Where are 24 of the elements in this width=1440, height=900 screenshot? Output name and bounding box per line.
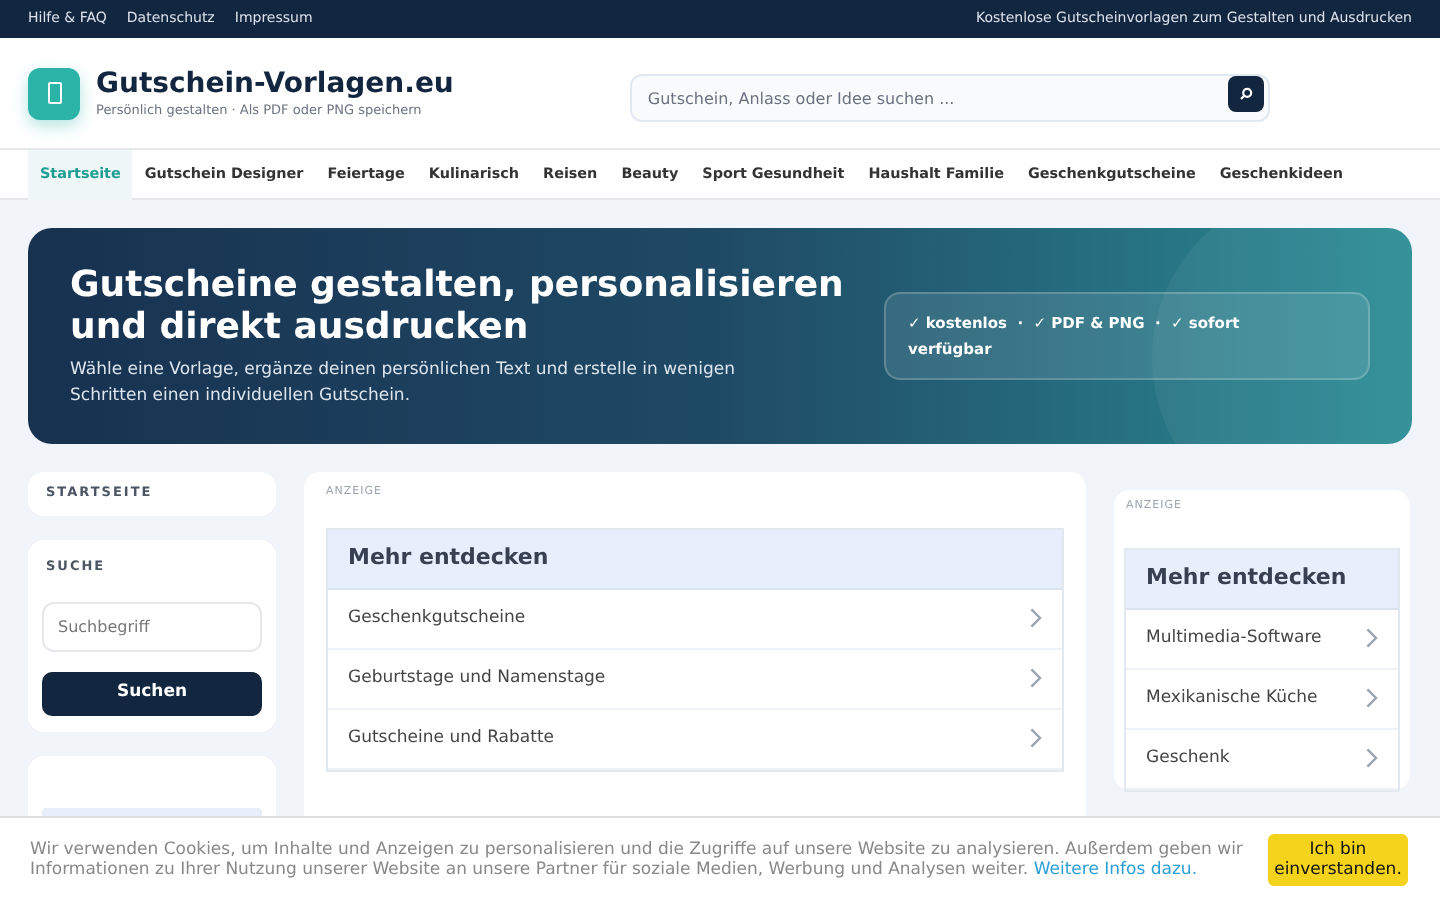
search-icon xyxy=(1237,85,1254,101)
search-input[interactable]: Suchbegriff xyxy=(42,601,262,652)
chevron-right-icon xyxy=(1030,608,1042,629)
list-header: Mehr entdecken xyxy=(1126,550,1398,610)
list-link[interactable]: Geschenkgutscheine xyxy=(328,589,1062,650)
logo-icon[interactable] xyxy=(28,67,80,119)
list-header: Mehr entdecken xyxy=(328,530,1062,590)
hero-text: Wähle eine Vorlage, ergänze deinen persönlichen Text und erstelle in wenigen Schritten einen individuellen Gutschein. xyxy=(70,357,738,409)
list-link[interactable]: Multimedia-Software xyxy=(1126,609,1398,670)
accept-button[interactable]: Ich bin einverstanden. xyxy=(1268,833,1408,885)
chevron-right-icon xyxy=(1366,628,1378,649)
chevron-right-icon xyxy=(1366,748,1378,769)
search-submit-button[interactable]: Suchen xyxy=(42,671,262,716)
list-link[interactable]: Mexikanische Küche xyxy=(1126,669,1398,730)
site-title[interactable]: Gutschein-Vorlagen.eu xyxy=(96,65,454,102)
cookie-text: Wir verwenden Cookies, um Inhalte und Anzeigen zu personalisieren und die Zugriffe auf unsere Website zu analysieren. Außerdem geben wir Informationen zu Ihrer Nutzung unserer Website an unsere Partner für soziale Medien, Werbung und Analysen weiter. Weitere Infos dazu. xyxy=(30,839,1245,879)
chevron-right-icon xyxy=(1030,728,1042,749)
list-link[interactable]: Geburtstage und Namenstage xyxy=(328,649,1062,710)
hero-title: Gutscheine gestalten, personalisieren und direkt ausdrucken xyxy=(70,263,846,347)
list-link[interactable]: Geschenk xyxy=(1126,729,1398,790)
search-field[interactable]: Gutschein, Anlass oder Idee suchen ... xyxy=(629,74,1270,122)
list-link[interactable]: Gutscheine und Rabatte xyxy=(328,709,1062,770)
chevron-right-icon xyxy=(1030,668,1042,689)
chevron-right-icon xyxy=(1366,688,1378,709)
